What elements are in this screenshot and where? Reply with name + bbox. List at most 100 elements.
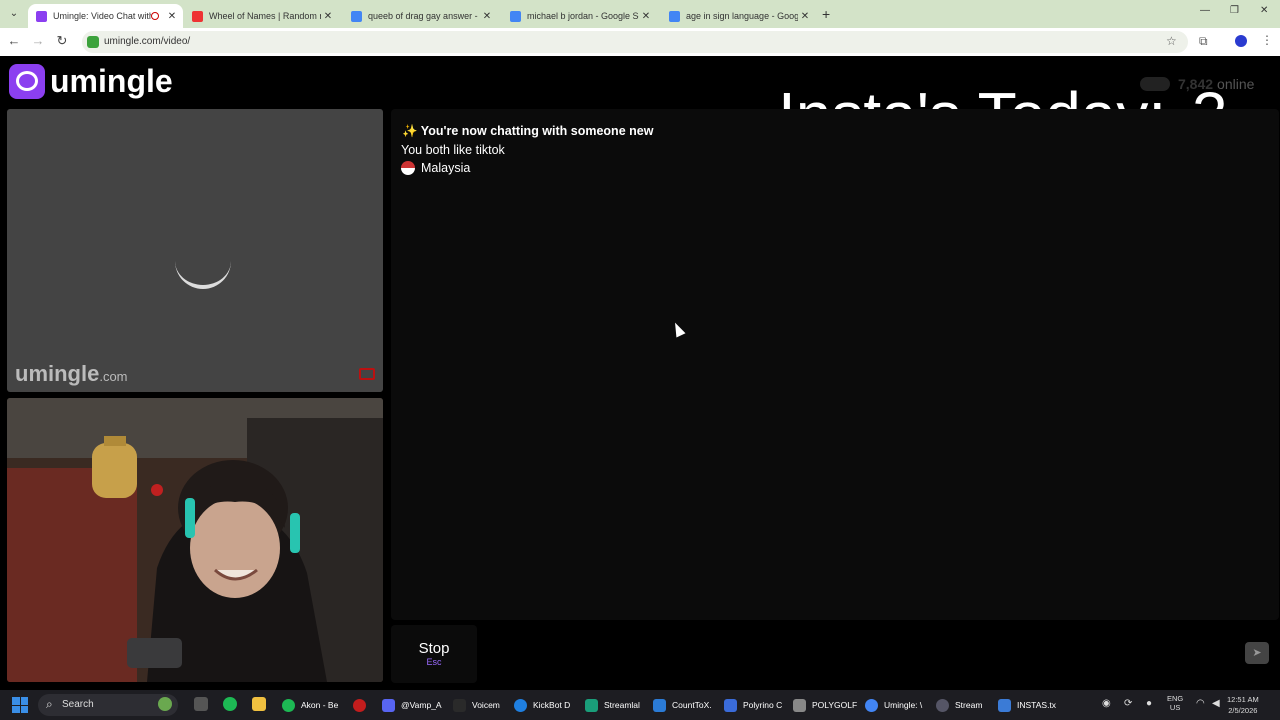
site-logo-text[interactable]: umingle [50, 63, 173, 100]
country-label: Malaysia [421, 161, 471, 175]
taskbar-app-label: Umingle: \ [884, 700, 923, 710]
tab-search-icon[interactable]: ⌄ [6, 6, 22, 22]
chrome-app-icon [865, 698, 878, 712]
system-clock[interactable]: 12:51 AM 2/5/2026 [1227, 694, 1259, 716]
stranger-video: umingle.com [7, 109, 383, 392]
chat-bubble-icon [16, 71, 38, 91]
tab-close-icon[interactable]: ✕ [798, 11, 812, 22]
microphone-tray-icon[interactable]: ● [1146, 698, 1152, 709]
umingle-favicon-icon [36, 10, 47, 22]
taskbar-app-label: @Vamp_A [401, 700, 442, 710]
message-input[interactable] [482, 625, 1279, 683]
minimize-icon[interactable]: — [1200, 5, 1210, 16]
tab-title: Umingle: Video Chat with S [53, 11, 151, 21]
site-info-icon[interactable] [87, 36, 99, 48]
taskbar-app-notepad[interactable]: INSTAS.tx [998, 696, 1056, 714]
maximize-icon[interactable]: ❐ [1230, 5, 1239, 16]
google-favicon-icon [510, 10, 521, 22]
system-message-interests: You both like tiktok [401, 143, 505, 157]
tab-title: queeb of drag gay answer - Go [368, 11, 480, 21]
taskbar-app-opera[interactable] [353, 696, 372, 714]
clock-time: 12:51 AM [1227, 695, 1259, 704]
spotify-icon[interactable] [223, 697, 237, 711]
stop-shortcut: Esc [426, 657, 442, 667]
window-close-icon[interactable]: ✕ [1260, 5, 1268, 16]
discord-tray-icon[interactable]: ◉ [1102, 698, 1111, 709]
search-icon: ⌕ [46, 697, 53, 711]
spotify-app-icon [282, 698, 295, 712]
discord-app-icon [382, 698, 395, 712]
tab-title: Wheel of Names | Random nam [209, 11, 321, 21]
windows-taskbar: ⌕ Search Akon - Be @Vamp_A Voicem KickBo… [0, 690, 1280, 720]
taskbar-app-stream[interactable]: Stream [936, 696, 982, 714]
wheel-favicon-icon [192, 10, 203, 22]
report-flag-icon[interactable] [359, 368, 375, 380]
taskbar-app-spotify[interactable]: Akon - Be [282, 696, 338, 714]
reload-icon[interactable]: ↻ [54, 33, 70, 49]
forward-arrow-icon[interactable]: → [30, 33, 46, 48]
volume-icon[interactable]: ◀ [1212, 698, 1220, 709]
watermark-tld: .com [99, 369, 128, 384]
google-favicon-icon [669, 10, 680, 22]
task-view-icon[interactable] [194, 697, 208, 711]
tab-google-search-1[interactable]: queeb of drag gay answer - Go ✕ [343, 4, 498, 28]
streamlabs-app-icon [585, 698, 598, 712]
url-text: umingle.com/video/ [104, 36, 191, 47]
tab-google-search-3[interactable]: age in sign language - Google S ✕ [661, 4, 816, 28]
file-explorer-icon[interactable] [252, 697, 266, 711]
taskbar-app-polyrino[interactable]: Polyrino C [724, 696, 782, 714]
lang-top: ENG [1167, 694, 1184, 703]
sync-tray-icon[interactable]: ⟳ [1124, 698, 1132, 709]
new-tab-plus-icon[interactable]: + [822, 6, 830, 22]
taskbar-app-label: Akon - Be [301, 700, 339, 710]
address-bar[interactable]: umingle.com/video/ [82, 31, 1188, 53]
tab-umingle[interactable]: Umingle: Video Chat with S ✕ [28, 4, 183, 28]
google-favicon-icon [351, 10, 362, 22]
browser-menu-icon[interactable]: ⋮ [1261, 33, 1273, 47]
tab-google-search-2[interactable]: michael b jordan - Google Sear ✕ [502, 4, 657, 28]
taskbar-app-label: KickBot D [533, 700, 571, 710]
system-message-country: Malaysia [401, 161, 470, 175]
browser-toolbar: ← → ↻ umingle.com/video/ [0, 28, 1280, 56]
loading-spinner-icon [175, 249, 231, 289]
tab-close-icon[interactable]: ✕ [321, 11, 335, 22]
lang-bottom: US [1169, 703, 1181, 712]
taskbar-app-vscode[interactable]: CountToX. [653, 696, 712, 714]
taskbar-app-label: INSTAS.tx [1017, 700, 1057, 710]
recording-indicator-icon [151, 12, 159, 20]
taskbar-app-streamlabs[interactable]: Streamlal [585, 696, 640, 714]
stop-button[interactable]: Stop Esc [391, 625, 477, 683]
taskbar-app-label: Voicem [472, 700, 500, 710]
profile-avatar[interactable] [1235, 35, 1247, 47]
input-language[interactable]: ENG US [1167, 694, 1183, 712]
tab-close-icon[interactable]: ✕ [480, 11, 494, 22]
tab-close-icon[interactable]: ✕ [639, 11, 653, 22]
taskbar-app-voicemod[interactable]: Voicem [453, 696, 500, 714]
taskbar-app-chrome[interactable]: Umingle: \ [865, 696, 922, 714]
system-message-connected: ✨ You're now chatting with someone new [402, 124, 654, 138]
extensions-icon[interactable]: ⧉ [1199, 34, 1208, 49]
tab-close-icon[interactable]: ✕ [165, 11, 179, 22]
tab-title: age in sign language - Google S [686, 11, 798, 21]
taskbar-app-label: Polyrino C [743, 700, 783, 710]
notepad-app-icon [998, 698, 1011, 712]
document-app-icon [793, 698, 806, 712]
self-video [7, 398, 383, 682]
search-label: Search [62, 699, 94, 710]
webcam-feed [7, 398, 383, 682]
edge-app-icon [514, 698, 527, 712]
umingle-logo-icon[interactable] [9, 64, 45, 99]
search-highlight-icon[interactable] [158, 697, 172, 711]
tab-wheel-of-names[interactable]: Wheel of Names | Random nam ✕ [184, 4, 339, 28]
wifi-icon[interactable]: ◠ [1196, 698, 1205, 709]
taskbar-app-polygolf[interactable]: POLYGOLF [793, 696, 857, 714]
taskbar-app-discord[interactable]: @Vamp_A [382, 696, 442, 714]
taskbar-app-kickbot[interactable]: KickBot D [514, 696, 570, 714]
chat-log: ✨ You're now chatting with someone new Y… [391, 109, 1279, 620]
taskbar-search[interactable]: ⌕ Search [38, 694, 178, 716]
back-arrow-icon[interactable]: ← [6, 33, 22, 48]
windows-start-icon[interactable] [12, 697, 28, 713]
send-arrow-icon[interactable]: ➤ [1245, 642, 1269, 664]
bookmark-star-icon[interactable]: ☆ [1166, 34, 1177, 48]
pen-app-icon [724, 698, 737, 712]
